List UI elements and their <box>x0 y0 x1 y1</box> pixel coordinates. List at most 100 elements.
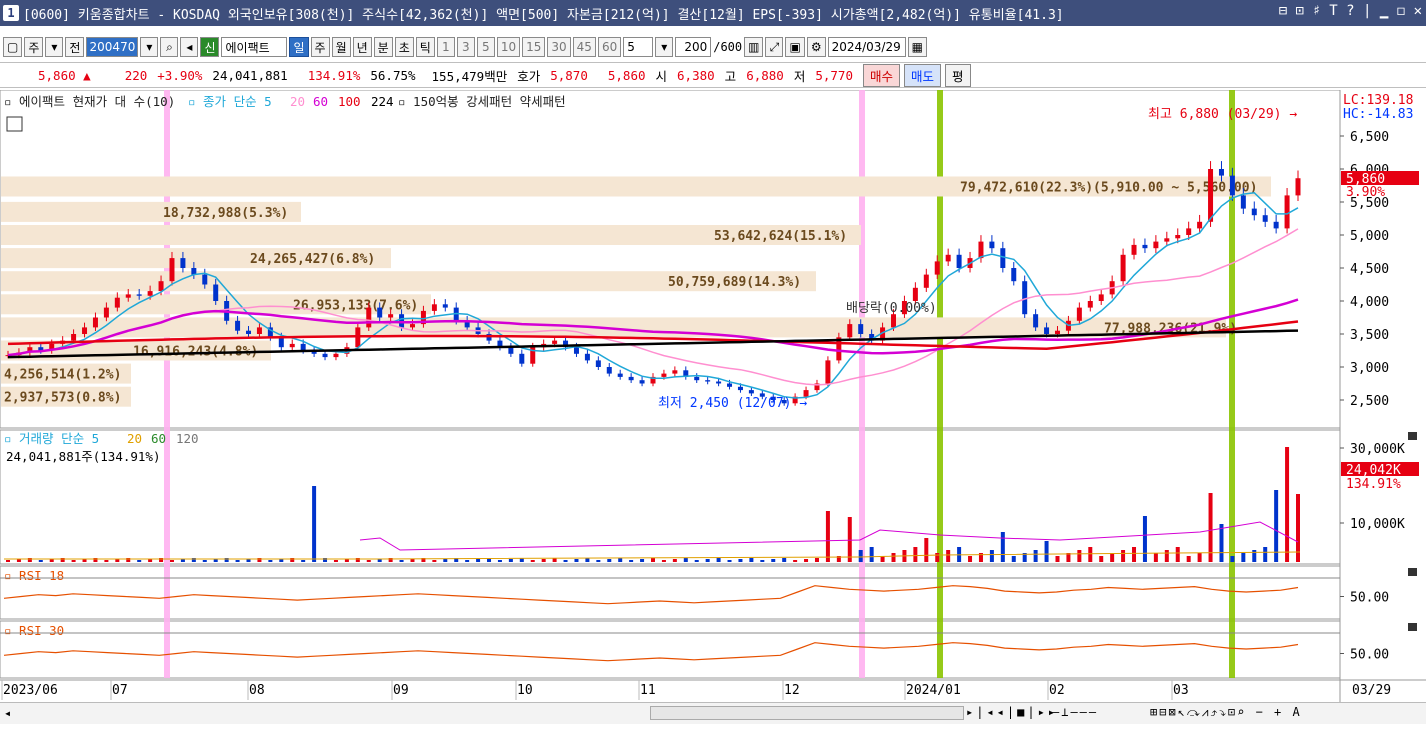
volume-profile-label: 26,953,133(7.6%) <box>293 298 418 313</box>
chart-area[interactable]: 79,472,610(22.3%)(5,910.00 ~ 5,560.00) 18… <box>0 90 1426 728</box>
quote-bar: 5,860 ▲ 220 +3.90% 24,041,881 134.91% 56… <box>0 62 1426 88</box>
rsi18-close-icon <box>1408 568 1417 576</box>
calendar-icon[interactable]: ▦ <box>907 37 927 57</box>
candle-body <box>289 343 295 348</box>
candle-body <box>1295 178 1301 196</box>
candle-body <box>300 343 306 351</box>
volume-bar <box>968 556 973 562</box>
volume-legend: ▫ 거래량 단순 5 <box>4 431 99 446</box>
price-axis-label: 3,000 <box>1350 361 1389 376</box>
chart-type-icon[interactable]: ▥ <box>744 37 764 57</box>
window-title: [0600] 키움종합차트 - KOSDAQ 외국인보유[308(천)] 주식수… <box>23 7 1064 23</box>
rsi30-pane-border <box>0 620 1341 679</box>
gear-icon[interactable]: ⚙ <box>806 37 826 57</box>
rsi30-close-icon <box>1408 623 1417 631</box>
candle-body <box>858 324 864 334</box>
code-dropdown-icon[interactable]: ▾ <box>140 37 159 57</box>
volume-bar <box>1142 516 1147 562</box>
period-month-tab[interactable]: 월 <box>331 37 351 57</box>
date-input[interactable]: 2024/03/29 <box>827 37 906 57</box>
volume-bar <box>497 560 502 562</box>
volume-bar <box>596 560 601 562</box>
open-price: 6,380 <box>677 67 715 83</box>
search-icon[interactable]: ⌕ <box>160 37 179 57</box>
candle-body <box>377 307 383 318</box>
candle-body <box>71 334 77 341</box>
volume-bar <box>541 559 546 562</box>
candle-body <box>748 390 754 394</box>
volume-bar <box>104 560 109 562</box>
volume-bar <box>935 553 940 562</box>
playback-controls[interactable]: ▸|◂◂|■|▸▸ <box>966 705 1058 719</box>
stock-type-button[interactable]: 주 <box>24 37 44 57</box>
candle-body <box>617 373 623 377</box>
period-day-tab[interactable]: 일 <box>289 37 309 57</box>
minute-30-button[interactable]: 30 <box>547 37 571 57</box>
rsi18-pane-border <box>0 565 1341 620</box>
volume-bar <box>825 511 830 562</box>
volume-bar <box>946 550 951 562</box>
volume-bar <box>1121 550 1126 562</box>
candle-body <box>737 386 743 391</box>
minute-10-button[interactable]: 10 <box>496 37 521 57</box>
volume-bar <box>530 560 535 562</box>
trade-amount: 155,479백만 <box>431 68 508 84</box>
volume-bar <box>1274 490 1279 562</box>
prev-button[interactable]: 전 <box>65 37 85 57</box>
period-tick-tab[interactable]: 틱 <box>415 37 435 57</box>
turnover-ratio: 56.75% <box>370 67 416 83</box>
candle-body <box>1153 241 1159 249</box>
volume-profile-label: 50,759,689(14.3%) <box>668 275 801 290</box>
dividend-annotation: 배당락(0.00%) <box>846 301 937 316</box>
minute-5-button[interactable]: 5 <box>476 37 495 57</box>
count-dropdown-icon[interactable]: ▾ <box>655 37 674 57</box>
period-year-tab[interactable]: 년 <box>352 37 372 57</box>
count-input[interactable]: 5 <box>623 37 654 57</box>
stock-chart[interactable]: 79,472,610(22.3%)(5,910.00 ~ 5,560.00)18… <box>0 90 1426 702</box>
stock-code-input[interactable]: 200470 <box>86 37 139 57</box>
range-input[interactable]: 200 <box>675 37 712 57</box>
chart-scrollbar[interactable]: ◂ ▸|◂◂|■|▸▸ —⊥——— ⊞⊟⊠↖⤼⩘⤴⤵⊡⌕ − + A <box>0 702 1426 724</box>
hc-label: HC:-14.83 <box>1343 107 1413 122</box>
price-axis-label: 5,000 <box>1350 229 1389 244</box>
minute-60-button[interactable]: 60 <box>597 37 622 57</box>
minute-3-button[interactable]: 3 <box>456 37 475 57</box>
scroll-thumb[interactable] <box>650 706 964 720</box>
minute-45-button[interactable]: 45 <box>572 37 596 57</box>
chart-toolbar: ▢ 주 ▾ 전 200470 ▾ ⌕ ◂ 신 에이팩트 일 주 월 년 분 초 … <box>0 34 1426 60</box>
scroll-left-icon[interactable]: ◂ <box>4 706 11 720</box>
candle-body <box>672 370 678 374</box>
candle-body <box>1240 195 1246 209</box>
volume-bar <box>1219 524 1224 562</box>
stock-type-dropdown-icon[interactable]: ▾ <box>45 37 64 57</box>
candle-body <box>1186 228 1192 235</box>
speaker-icon[interactable]: ◂ <box>180 37 199 57</box>
x-axis-label: 07 <box>112 683 128 698</box>
trend-tool-icon[interactable]: ⤢ <box>765 37 784 57</box>
volume-bar <box>1175 547 1180 562</box>
sell-button[interactable]: 매도 <box>904 63 942 87</box>
volume-bar <box>1077 550 1082 562</box>
window-controls[interactable]: ⊟ ⊡ ♯ T ? | ▁ ◻ ✕ <box>1279 3 1422 19</box>
period-second-tab[interactable]: 초 <box>394 37 414 57</box>
volume-ma-120-label: 120 <box>176 431 199 446</box>
zoom-slider[interactable]: —⊥——— <box>1052 705 1098 719</box>
buy-button[interactable]: 매수 <box>862 63 900 87</box>
period-minute-tab[interactable]: 분 <box>373 37 393 57</box>
drawing-tools-icon[interactable]: ⊞⊟⊠↖⤼⩘⤴⤵⊡⌕ − + A <box>1150 705 1302 720</box>
x-axis-label: 02 <box>1049 683 1065 698</box>
minute-1-button[interactable]: 1 <box>436 37 455 57</box>
volume-ma-20-label: 20 <box>127 431 142 446</box>
rsi18-line <box>3 585 1299 605</box>
save-icon[interactable]: ▣ <box>785 37 805 57</box>
average-button[interactable]: 평 <box>945 63 971 87</box>
minute-15-button[interactable]: 15 <box>522 37 546 57</box>
candle-body <box>442 304 448 308</box>
candle-body <box>694 376 700 381</box>
stock-name-field[interactable]: 에이팩트 <box>221 37 288 57</box>
period-week-tab[interactable]: 주 <box>310 37 330 57</box>
candle-body <box>847 324 853 338</box>
candle-body <box>1076 307 1082 321</box>
volume-profile-label: 53,642,624(15.1%) <box>714 229 847 244</box>
layout-icon[interactable]: ▢ <box>3 37 23 57</box>
